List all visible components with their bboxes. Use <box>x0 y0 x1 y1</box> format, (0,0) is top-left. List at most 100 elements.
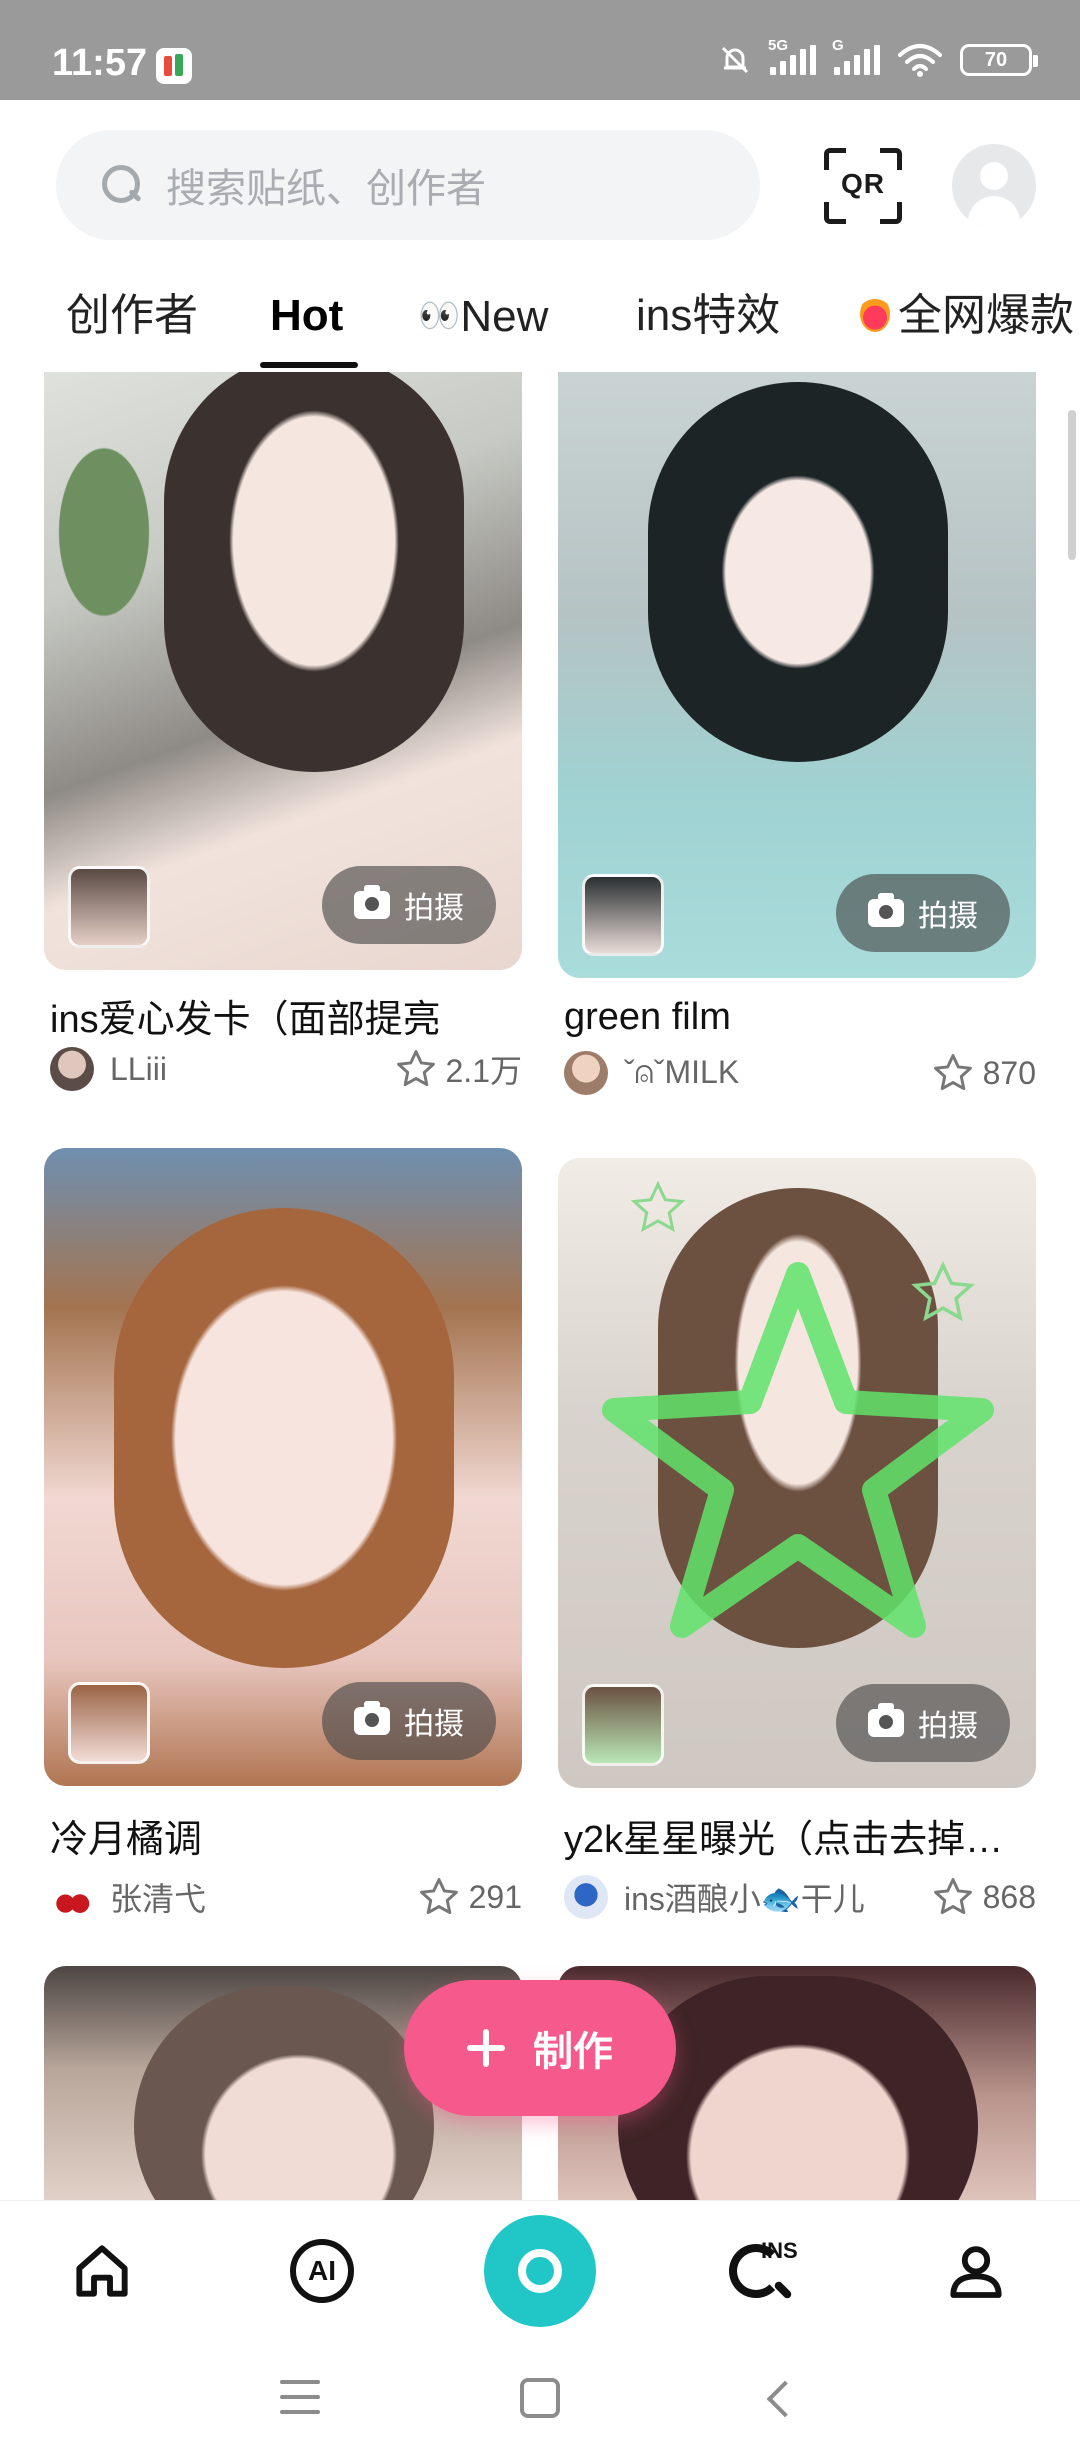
effect-preview-image[interactable]: 拍摄 <box>558 372 1036 978</box>
author-name[interactable]: ins酒酿小🐟干儿 <box>624 1874 865 1920</box>
signal-5g-label: 5G <box>768 37 789 54</box>
like-count[interactable]: 868 <box>931 1875 1036 1919</box>
shoot-label: 拍摄 <box>918 1710 978 1743</box>
card-title: ins爱心发卡（面部提亮 <box>50 999 441 1041</box>
home-square-icon[interactable] <box>520 2378 560 2418</box>
ins-label: INS <box>761 2238 798 2263</box>
like-count[interactable]: 291 <box>417 1875 522 1919</box>
star-icon <box>396 1050 435 1087</box>
category-tabs: 创作者 Hot 👀New ins特效 全网爆款 <box>0 272 1080 368</box>
author-name[interactable]: LLiii <box>110 1051 167 1088</box>
qr-corner <box>880 148 902 170</box>
tab-creators[interactable]: 创作者 <box>66 290 198 342</box>
shoot-label: 拍摄 <box>404 892 464 925</box>
shoot-button[interactable]: 拍摄 <box>836 874 1010 952</box>
wifi-icon <box>898 44 942 77</box>
like-count-value: 2.1万 <box>445 1053 523 1089</box>
shoot-button[interactable]: 拍摄 <box>322 1682 496 1760</box>
effect-preview-image[interactable]: 拍摄 <box>44 372 522 970</box>
card-meta: 张清弋 291 <box>50 1872 522 1922</box>
qr-scan-button[interactable]: QR <box>824 148 902 224</box>
tab-new[interactable]: 👀New <box>418 290 548 343</box>
search-icon <box>100 163 144 207</box>
shoot-button[interactable]: 拍摄 <box>322 866 496 944</box>
portrait-figure <box>134 1986 434 2200</box>
author-avatar[interactable] <box>50 1047 94 1091</box>
qr-scan-icon <box>824 148 846 170</box>
card-meta: ˇ⍝ˇMILK 870 <box>564 1048 1036 1098</box>
nav-profile[interactable] <box>936 2231 1016 2311</box>
small-star-decoration <box>630 1180 686 1233</box>
camera-icon <box>868 1703 904 1737</box>
card-title: y2k星星曝光（点击去掉… <box>564 1819 1004 1861</box>
effect-preview-image[interactable]: 拍摄 <box>44 1148 522 1786</box>
plant-leaves <box>44 402 174 662</box>
author-name[interactable]: 张清弋 <box>110 1874 206 1920</box>
nav-ins-search[interactable]: INS <box>722 2231 802 2311</box>
tab-hot[interactable]: Hot <box>270 290 343 342</box>
nav-capture-button[interactable] <box>484 2215 596 2327</box>
tab-ins-effects[interactable]: ins特效 <box>636 290 780 342</box>
effect-card[interactable]: 拍摄 ins爱心发卡（面部提亮 LLiii 2.1万 <box>44 372 522 1092</box>
card-meta: ins酒酿小🐟干儿 868 <box>564 1872 1036 1922</box>
cherry-avatar[interactable] <box>50 1875 94 1919</box>
create-label: 制作 <box>533 2030 613 2074</box>
search-placeholder: 搜索贴纸、创作者 <box>166 167 486 211</box>
portrait-figure <box>114 1208 454 1668</box>
profile-icon <box>950 2246 1002 2298</box>
effect-card[interactable]: 拍摄 y2k星星曝光（点击去掉… ins酒酿小🐟干儿 868 <box>558 1158 1036 1958</box>
like-count-value: 870 <box>982 1054 1036 1091</box>
like-count[interactable]: 2.1万 <box>394 1046 523 1092</box>
nav-ai[interactable]: AI <box>282 2231 362 2311</box>
recent-apps-icon[interactable] <box>280 2380 320 2414</box>
creator-thumbnail <box>68 1682 150 1764</box>
camera-icon <box>354 1701 390 1735</box>
qr-corner <box>824 202 846 224</box>
avatar-icon[interactable] <box>952 144 1036 228</box>
portrait-figure <box>648 382 948 762</box>
create-button[interactable]: 制作 <box>404 1980 676 2116</box>
qr-label: QR <box>841 168 885 199</box>
creator-thumbnail <box>582 874 664 956</box>
fire-heart-icon <box>856 294 894 334</box>
camera-icon <box>868 893 904 927</box>
tab-new-label: New <box>460 292 549 341</box>
tab-viral[interactable]: 全网爆款 <box>856 290 1074 342</box>
like-count-value: 291 <box>468 1878 522 1915</box>
mute-bell-icon <box>721 46 749 74</box>
plus-icon <box>467 2029 505 2067</box>
like-count[interactable]: 870 <box>931 1051 1036 1095</box>
capture-icon <box>518 2249 562 2293</box>
camera-icon <box>354 885 390 919</box>
signal-g-icon: G <box>832 37 880 75</box>
star-icon <box>933 1054 972 1091</box>
small-star-decoration <box>911 1261 975 1322</box>
eyes-emoji: 👀 <box>418 297 461 335</box>
portrait-figure <box>618 1976 978 2200</box>
effect-card[interactable]: 拍摄 冷月橘调 张清弋 291 <box>44 1148 522 1948</box>
shoot-label: 拍摄 <box>918 900 978 933</box>
scrollbar-thumb[interactable] <box>1068 410 1076 560</box>
signal-5g-icon: 5G <box>768 37 816 75</box>
tab-active-indicator <box>260 362 358 368</box>
card-title: 冷月橘调 <box>50 1819 203 1861</box>
back-icon[interactable] <box>766 2380 804 2418</box>
app-notification-icon <box>156 48 192 84</box>
status-time: 11:57 <box>52 42 148 84</box>
author-avatar[interactable] <box>564 1051 608 1095</box>
effect-preview-image[interactable]: 拍摄 <box>558 1158 1036 1788</box>
ins-search-icon: INS <box>727 2236 798 2306</box>
ins-search-tail <box>773 2280 793 2300</box>
author-avatar[interactable] <box>564 1875 608 1919</box>
search-bar[interactable]: 搜索贴纸、创作者 <box>56 130 760 240</box>
card-title: green film <box>564 996 731 1038</box>
effect-card[interactable]: 拍摄 green film ˇ⍝ˇMILK 870 <box>558 372 1036 1095</box>
shoot-button[interactable]: 拍摄 <box>836 1684 1010 1762</box>
author-name[interactable]: ˇ⍝ˇMILK <box>624 1054 739 1092</box>
bottom-nav: AI INS <box>0 2200 1080 2340</box>
ai-icon: AI <box>290 2239 354 2303</box>
portrait-figure <box>164 372 464 772</box>
nav-home[interactable] <box>62 2231 142 2311</box>
sticker-feed: 拍摄 ins爱心发卡（面部提亮 LLiii 2.1万 拍摄 green film… <box>0 372 1080 2200</box>
shoot-label: 拍摄 <box>404 1708 464 1741</box>
